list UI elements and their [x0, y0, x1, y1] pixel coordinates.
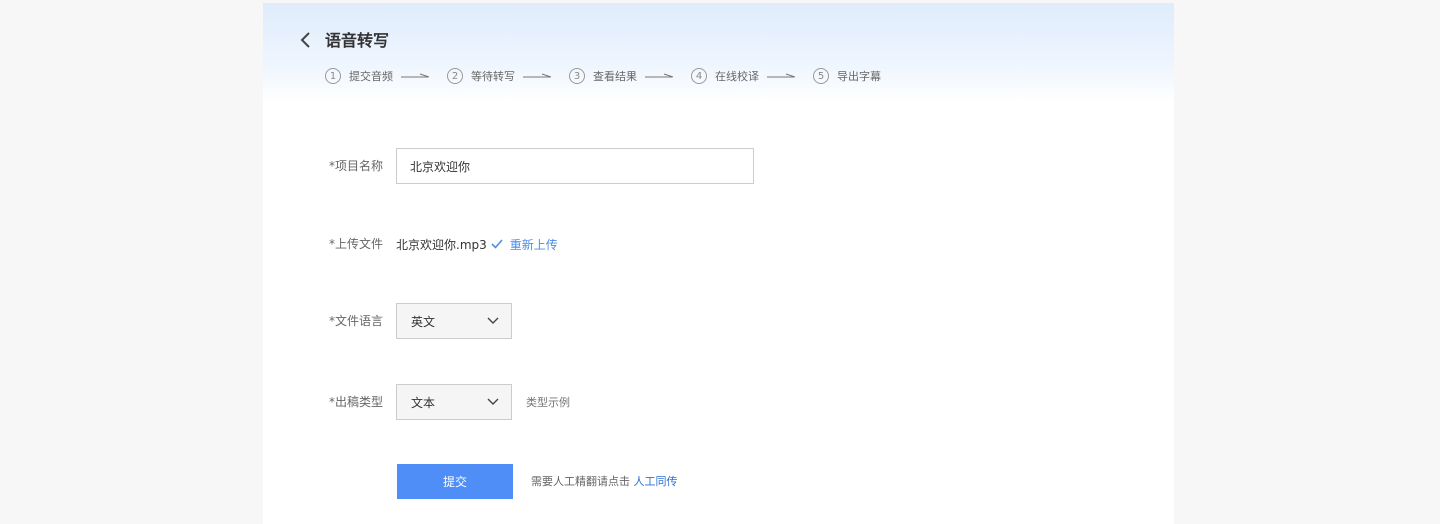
step-number: 1 — [325, 68, 341, 84]
uploaded-file-name: 北京欢迎你.mp3 — [396, 237, 487, 252]
step-arrow-icon — [767, 73, 796, 78]
step-number: 3 — [569, 68, 585, 84]
chevron-down-icon — [487, 398, 499, 405]
uploaded-file-row: 北京欢迎你.mp3 重新上传 — [396, 234, 558, 254]
step-arrow-icon — [645, 73, 674, 78]
human-translation-text: 需要人工精翻请点击 — [531, 475, 630, 488]
reupload-link[interactable]: 重新上传 — [510, 236, 558, 253]
progress-steps: 1 提交音频 2 等待转写 3 查看结果 4 在线校译 5 导出字幕 — [325, 67, 881, 85]
step-label: 提交音频 — [349, 70, 393, 83]
output-type-value: 文本 — [411, 395, 436, 410]
step-arrow-icon — [401, 73, 430, 78]
file-language-value: 英文 — [411, 314, 436, 329]
step-number: 4 — [691, 68, 707, 84]
step-label: 在线校译 — [715, 70, 759, 83]
step-number: 2 — [447, 68, 463, 84]
project-name-input[interactable] — [396, 148, 754, 184]
output-type-label: *出稿类型 — [328, 395, 383, 409]
step-1: 1 提交音频 — [325, 68, 447, 84]
human-translation-note: 需要人工精翻请点击 人工同传 — [531, 473, 678, 491]
file-language-select[interactable]: 英文 — [396, 303, 512, 339]
output-type-select[interactable]: 文本 — [396, 384, 512, 420]
card-header: 语音转写 1 提交音频 2 等待转写 3 查看结果 4 在线校译 5 导出字幕 — [263, 3, 1174, 103]
step-5: 5 导出字幕 — [813, 68, 881, 84]
chevron-down-icon — [487, 317, 499, 324]
back-arrow-icon[interactable] — [299, 31, 313, 49]
step-label: 查看结果 — [593, 70, 637, 83]
human-interpretation-link[interactable]: 人工同传 — [634, 475, 678, 488]
page-title: 语音转写 — [325, 31, 390, 50]
submit-button[interactable]: 提交 — [397, 464, 513, 499]
step-label: 等待转写 — [471, 70, 515, 83]
step-number: 5 — [813, 68, 829, 84]
transcription-card: 语音转写 1 提交音频 2 等待转写 3 查看结果 4 在线校译 5 导出字幕 … — [263, 3, 1174, 524]
step-arrow-icon — [523, 73, 552, 78]
file-language-label: *文件语言 — [328, 314, 383, 328]
step-3: 3 查看结果 — [569, 68, 691, 84]
step-label: 导出字幕 — [837, 70, 881, 83]
project-name-label: *项目名称 — [328, 159, 383, 173]
type-example-hint[interactable]: 类型示例 — [526, 394, 570, 412]
step-2: 2 等待转写 — [447, 68, 569, 84]
check-icon — [491, 239, 503, 249]
upload-file-label: *上传文件 — [328, 237, 383, 251]
step-4: 4 在线校译 — [691, 68, 813, 84]
